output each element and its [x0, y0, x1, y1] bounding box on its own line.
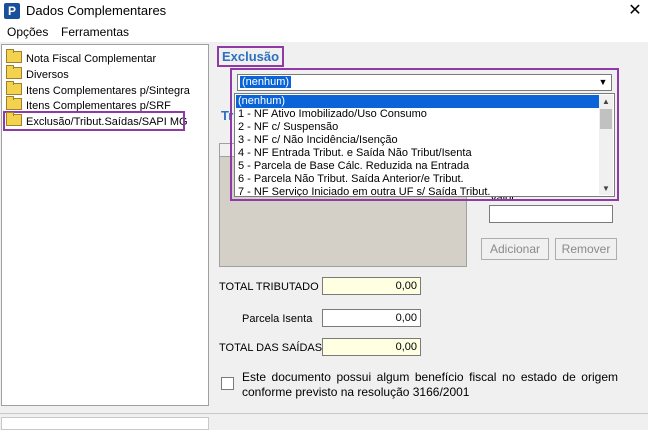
total-saidas-label: TOTAL DAS SAÍDAS — [219, 342, 323, 354]
total-tributado-field[interactable]: 0,00 — [322, 277, 421, 295]
folder-icon — [6, 81, 22, 95]
remove-button[interactable]: Remover — [555, 238, 617, 260]
add-button[interactable]: Adicionar — [481, 238, 549, 260]
tree-item-label: Itens Complementares p/Sintegra — [26, 85, 190, 97]
dropdown-highlight — [230, 68, 619, 201]
window-title: Dados Complementares — [26, 3, 167, 18]
parcela-isenta-label: Parcela Isenta — [242, 313, 313, 325]
folder-icon — [6, 49, 22, 63]
tree-item-label: Nota Fiscal Complementar — [26, 53, 157, 65]
panel-title: Exclusão — [216, 46, 285, 67]
tree-item-label: Exclusão/Tribut.Saídas/SAPI MG — [26, 116, 188, 128]
total-saidas-field[interactable]: 0,00 — [322, 338, 421, 356]
tree-item-diversos[interactable]: Diversos — [6, 65, 69, 81]
beneficio-fiscal-checkbox[interactable] — [221, 377, 234, 390]
tree-item-label: Itens Complementares p/SRF — [26, 100, 171, 112]
tree-item-sintegra[interactable]: Itens Complementares p/Sintegra — [6, 81, 190, 97]
app-logo-icon: P — [4, 3, 20, 19]
valor-input[interactable] — [489, 205, 613, 223]
close-icon[interactable]: ✕ — [624, 1, 646, 21]
total-tributado-label: TOTAL TRIBUTADO — [219, 281, 319, 293]
parcela-isenta-field[interactable]: 0,00 — [322, 309, 421, 327]
beneficio-fiscal-label: Este documento possui algum benefício fi… — [242, 370, 618, 399]
tree-item-nota-fiscal[interactable]: Nota Fiscal Complementar — [6, 49, 157, 65]
open-folder-icon — [6, 112, 22, 126]
folder-icon — [6, 96, 22, 110]
tree-item-srf[interactable]: Itens Complementares p/SRF — [6, 96, 171, 112]
status-panel — [1, 417, 209, 430]
tree-item-label: Diversos — [26, 69, 69, 81]
menu-ferramentas[interactable]: Ferramentas — [61, 25, 129, 39]
section-tree: Nota Fiscal Complementar Diversos Itens … — [1, 44, 209, 406]
folder-icon — [6, 65, 22, 79]
menu-opcoes[interactable]: Opções — [7, 25, 48, 39]
tree-item-exclusao[interactable]: Exclusão/Tribut.Saídas/SAPI MG — [3, 111, 188, 131]
